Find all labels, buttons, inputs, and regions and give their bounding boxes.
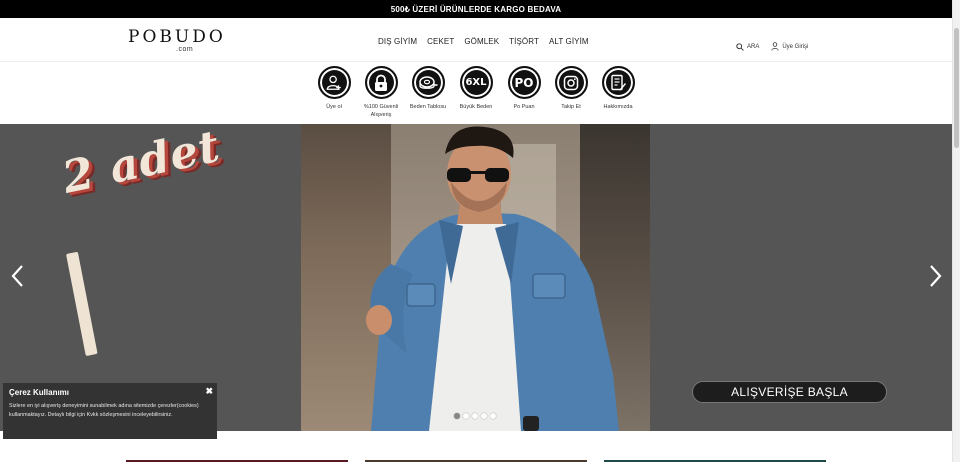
start-shopping-button[interactable]: ALIŞVERİŞE BAŞLA <box>692 381 887 403</box>
main-nav: DIŞ GİYİM CEKET GÖMLEK TİŞÖRT ALT GİYİM <box>378 37 599 46</box>
feature-signup[interactable]: Üye ol <box>310 66 358 111</box>
cookie-title: Çerez Kullanımı <box>9 388 70 397</box>
close-icon[interactable]: ✖ <box>205 386 213 397</box>
feature-label: Po Puan <box>513 104 535 110</box>
chevron-left-icon <box>11 265 23 287</box>
account-link[interactable]: Üye Girişi <box>771 42 808 51</box>
nav-item-gomlek[interactable]: GÖMLEK <box>464 37 499 46</box>
account-label: Üye Girişi <box>782 43 809 50</box>
feature-label: %100 Güvenli Alışveriş <box>363 104 399 118</box>
search-link[interactable]: ARA <box>736 42 760 51</box>
feature-instagram[interactable]: Takip Et <box>547 66 595 111</box>
logo-domain: .com <box>176 46 194 53</box>
page-scrollbar[interactable] <box>952 0 960 462</box>
feature-label: Takip Et <box>561 104 581 110</box>
user-icon <box>771 42 779 51</box>
header-actions: ARA Üye Girişi <box>736 42 820 51</box>
slider-dot-4[interactable] <box>481 413 487 419</box>
feature-label: Büyük Beden <box>459 104 493 110</box>
tape-measure-icon <box>411 66 445 99</box>
category-cards-row <box>0 458 952 462</box>
lock-icon <box>364 66 398 99</box>
feature-plus-size[interactable]: 6XL Büyük Beden <box>452 66 500 111</box>
instagram-icon <box>554 66 588 99</box>
logo-wordmark: POBUDO <box>128 27 226 47</box>
feature-secure-shopping[interactable]: %100 Güvenli Alışveriş <box>357 66 405 119</box>
user-plus-icon <box>317 66 351 99</box>
feature-po-points[interactable]: PO Po Puan <box>500 66 548 111</box>
shipping-announcement-text: 500₺ ÜZERİ ÜRÜNLERDE KARGO BEDAVA <box>390 4 562 14</box>
model-figure <box>366 126 619 431</box>
cookie-message: Sizlere en iyi alışveriş deneyimini suna… <box>9 403 199 418</box>
slider-dot-2[interactable] <box>463 413 469 419</box>
page: 500₺ ÜZERİ ÜRÜNLERDE KARGO BEDAVA POBUDO… <box>0 0 960 462</box>
search-icon <box>736 42 744 51</box>
search-label: ARA <box>747 43 760 50</box>
feature-label: Beden Tablosu <box>409 104 447 110</box>
slider-dot-1[interactable] <box>454 413 460 419</box>
feature-label: Üye ol <box>326 104 342 110</box>
site-header: POBUDO .com DIŞ GİYİM CEKET GÖMLEK TİŞÖR… <box>0 18 952 62</box>
feature-icon-bar: Üye ol %100 Güvenli Alışveriş Beden Tabl… <box>0 62 952 124</box>
about-icon <box>601 66 635 99</box>
shipping-announcement-bar: 500₺ ÜZERİ ÜRÜNLERDE KARGO BEDAVA <box>0 0 952 18</box>
cookie-consent-banner: Çerez Kullanımı Sizlere en iyi alışveriş… <box>3 383 217 439</box>
promo-headline: 2 adet <box>58 124 225 204</box>
slider-dot-5[interactable] <box>490 413 496 419</box>
slider-dots <box>454 413 496 419</box>
feature-label: Hakkımızda <box>603 104 633 110</box>
site-logo[interactable]: POBUDO .com <box>128 27 226 56</box>
6xl-glyph: 6XL <box>465 77 487 88</box>
scrollbar-thumb[interactable] <box>954 28 959 148</box>
feature-size-chart[interactable]: Beden Tablosu <box>404 66 452 111</box>
feature-about[interactable]: Hakkımızda <box>594 66 642 111</box>
slider-dot-3[interactable] <box>472 413 478 419</box>
slider-next-button[interactable] <box>925 262 945 290</box>
nav-item-dis-giyim[interactable]: DIŞ GİYİM <box>378 37 417 46</box>
po-icon: PO <box>507 66 541 99</box>
nav-item-ceket[interactable]: CEKET <box>427 37 454 46</box>
promo-decoration <box>66 251 98 357</box>
chevron-right-icon <box>930 265 942 287</box>
po-glyph: PO <box>514 75 534 90</box>
6xl-icon: 6XL <box>459 66 493 99</box>
slider-prev-button[interactable] <box>8 262 28 290</box>
hero-model-image[interactable] <box>301 124 650 431</box>
nav-item-alt-giyim[interactable]: ALT GİYİM <box>549 37 589 46</box>
nav-item-tisort[interactable]: TİŞÖRT <box>509 37 539 46</box>
